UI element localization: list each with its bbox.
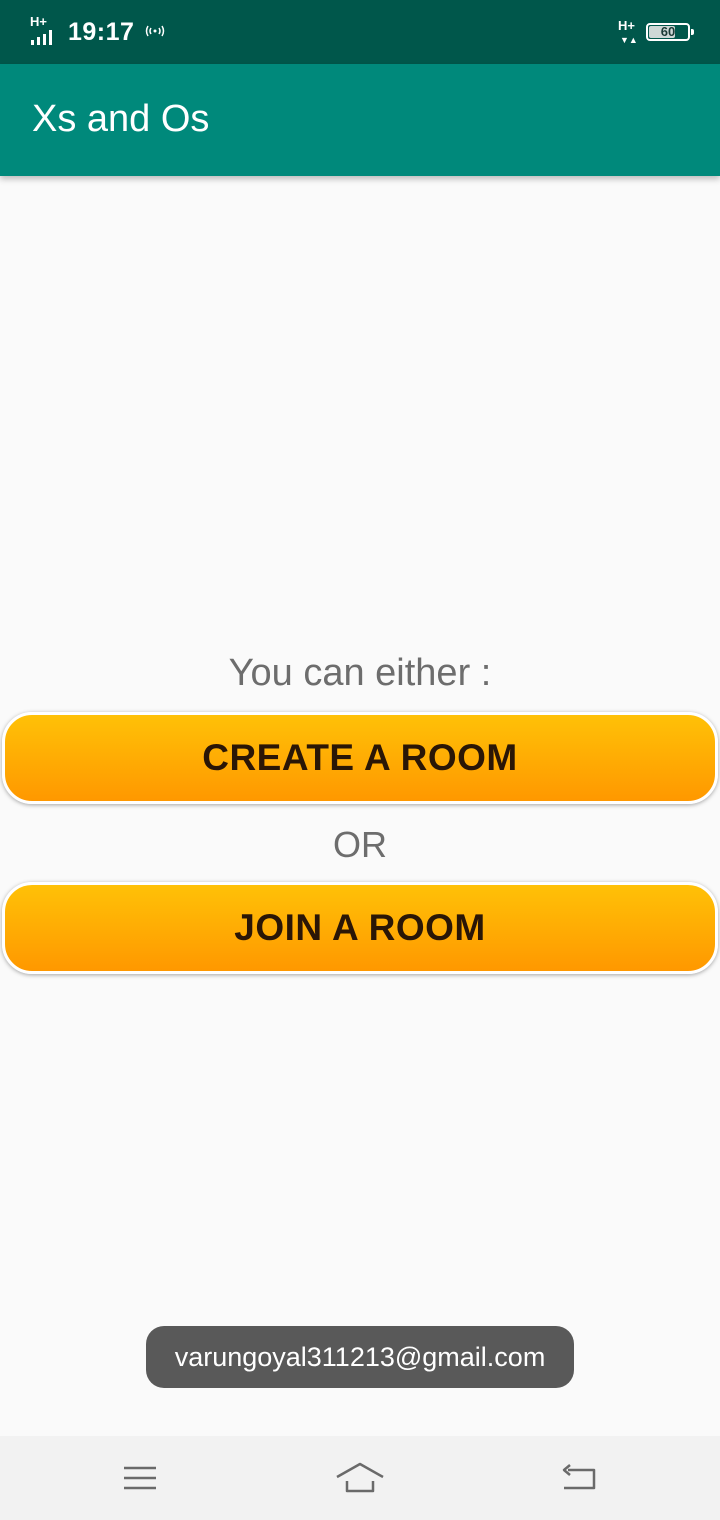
battery-level: 60 [660, 24, 676, 39]
back-icon[interactable] [548, 1456, 608, 1500]
prompt-text: You can either : [228, 652, 492, 694]
status-right: H+ ▼▲ 60 [618, 18, 694, 46]
navigation-bar [0, 1436, 720, 1520]
status-time: 19:17 [68, 17, 135, 46]
menu-icon[interactable] [110, 1456, 170, 1500]
network-type-right: H+ [618, 18, 635, 33]
signal-icon: H+ [30, 14, 60, 47]
data-network-icon: H+ ▼▲ [618, 19, 638, 45]
hotspot-icon [144, 24, 166, 41]
data-arrows-icon: ▼▲ [620, 35, 638, 45]
toast-message: varungoyal311213@gmail.com [146, 1326, 574, 1388]
app-title: Xs and Os [32, 98, 210, 140]
create-room-button[interactable]: CREATE A ROOM [2, 712, 718, 804]
app-bar: Xs and Os [0, 64, 720, 176]
join-room-button[interactable]: JOIN A ROOM [2, 882, 718, 974]
status-bar: H+ 19:17 H+ ▼▲ 60 [0, 0, 720, 64]
status-left: H+ 19:17 [30, 14, 166, 50]
toast-text: varungoyal311213@gmail.com [174, 1341, 546, 1372]
network-type-left: H+ [30, 14, 47, 29]
or-label: OR [333, 824, 387, 865]
battery-icon: 60 [646, 23, 694, 41]
home-icon[interactable] [330, 1456, 390, 1500]
